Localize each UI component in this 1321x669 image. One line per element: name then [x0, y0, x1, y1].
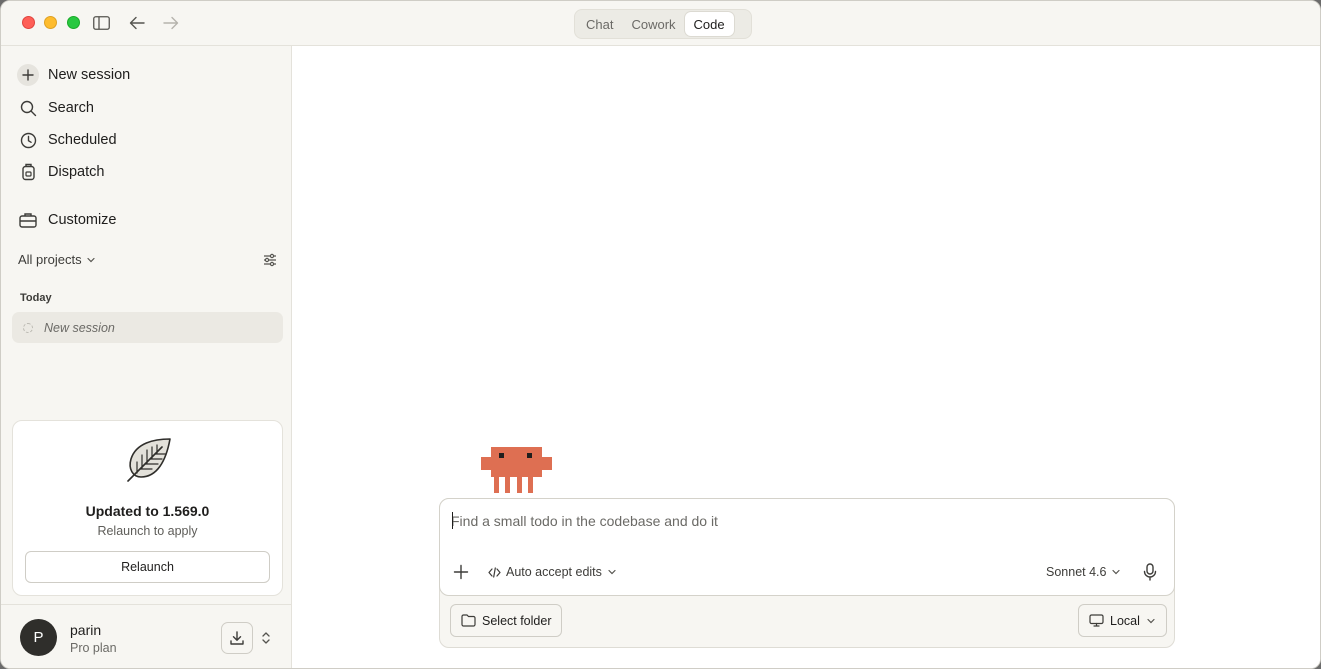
sidebar-item-customize[interactable]: Customize	[15, 207, 117, 233]
relaunch-button[interactable]: Relaunch	[25, 551, 270, 583]
clock-icon	[15, 127, 41, 153]
chevron-down-icon	[1112, 569, 1121, 575]
sidebar-toggle-icon[interactable]	[91, 13, 111, 33]
briefcase-icon	[15, 207, 41, 233]
session-title: New session	[44, 320, 115, 335]
user-name: parin	[70, 622, 102, 638]
search-icon	[15, 95, 41, 121]
mode-switcher: Chat Cowork Code	[574, 9, 752, 39]
model-label: Sonnet 4.6	[1046, 565, 1107, 579]
plus-icon	[17, 64, 39, 86]
user-account-bar[interactable]: P parin Pro plan	[1, 604, 291, 668]
nav-label: New session	[48, 67, 131, 83]
nav-label: Scheduled	[48, 132, 117, 148]
session-status-icon	[23, 322, 33, 333]
download-icon	[230, 631, 244, 645]
permission-mode-label: Auto accept edits	[506, 565, 602, 579]
new-session-button[interactable]: New session	[15, 62, 130, 88]
monitor-icon	[1089, 614, 1104, 627]
leaf-icon	[126, 437, 172, 488]
microphone-icon	[1143, 563, 1157, 581]
sidebar-item-dispatch[interactable]: Dispatch	[15, 159, 104, 185]
projects-filter-dropdown[interactable]: All projects	[18, 252, 96, 267]
filter-settings-icon[interactable]	[262, 252, 278, 268]
app-window: Chat Cowork Code New session Search Sche…	[0, 0, 1321, 669]
chevron-down-icon	[86, 257, 95, 262]
environment-label: Local	[1110, 613, 1140, 628]
dispatch-icon	[15, 159, 41, 185]
user-plan: Pro plan	[70, 641, 117, 655]
mascot-icon	[481, 446, 552, 499]
text-caret	[452, 512, 453, 529]
expand-collapse-icon[interactable]	[261, 630, 271, 651]
folder-icon	[461, 614, 476, 627]
plus-icon	[453, 564, 469, 580]
download-button[interactable]	[221, 622, 253, 654]
main-panel: Auto accept edits Sonnet 4.6 Select fold…	[292, 46, 1320, 668]
prompt-input[interactable]	[451, 510, 1151, 532]
voice-input-button[interactable]	[1143, 563, 1157, 581]
nav-label: Search	[48, 100, 94, 116]
zoom-window-button[interactable]	[67, 16, 80, 29]
composer-input-area: Auto accept edits Sonnet 4.6	[439, 498, 1175, 596]
chevron-down-icon	[1147, 618, 1155, 623]
select-folder-button[interactable]: Select folder	[450, 604, 563, 637]
forward-arrow-icon[interactable]	[161, 13, 181, 33]
projects-filter-label: All projects	[18, 252, 82, 267]
update-card: Updated to 1.569.0 Relaunch to apply Rel…	[12, 420, 283, 596]
model-selector-dropdown[interactable]: Sonnet 4.6	[1046, 565, 1121, 579]
back-arrow-icon[interactable]	[127, 13, 147, 33]
title-bar: Chat Cowork Code	[1, 1, 1320, 46]
add-attachment-button[interactable]	[453, 564, 469, 580]
tab-chat[interactable]: Chat	[577, 12, 622, 36]
chevron-down-icon	[608, 569, 616, 575]
select-folder-label: Select folder	[482, 613, 552, 628]
minimize-window-button[interactable]	[44, 16, 57, 29]
section-label-today: Today	[20, 292, 52, 304]
composer: Auto accept edits Sonnet 4.6 Select fold…	[439, 498, 1175, 648]
environment-dropdown[interactable]: Local	[1078, 604, 1167, 637]
tab-cowork[interactable]: Cowork	[622, 12, 684, 36]
avatar: P	[20, 619, 57, 656]
nav-label: Customize	[48, 212, 117, 228]
nav-label: Dispatch	[48, 164, 105, 180]
tab-code[interactable]: Code	[684, 12, 734, 36]
sidebar-item-scheduled[interactable]: Scheduled	[15, 127, 117, 153]
permission-mode-dropdown[interactable]: Auto accept edits	[488, 565, 617, 579]
update-subtitle: Relaunch to apply	[97, 524, 198, 538]
session-list-item[interactable]: New session	[12, 312, 283, 343]
update-title: Updated to 1.569.0	[85, 503, 210, 519]
sidebar-item-search[interactable]: Search	[15, 95, 94, 121]
close-window-button[interactable]	[22, 16, 35, 29]
sidebar: New session Search Scheduled Dispatch Cu	[1, 46, 292, 668]
code-icon	[488, 566, 501, 578]
